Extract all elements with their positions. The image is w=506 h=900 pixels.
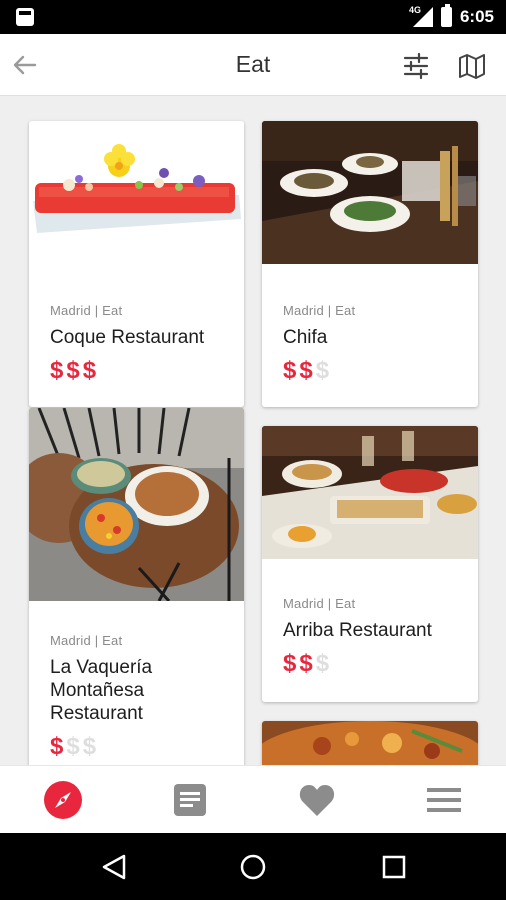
- restaurant-name: Coque Restaurant: [50, 327, 205, 348]
- price-symbol: $: [315, 650, 333, 677]
- nav-explore[interactable]: [43, 780, 83, 820]
- card-location: Madrid | Eat: [50, 303, 123, 318]
- restaurant-name: La Vaquería Montañesa Restaurant: [50, 657, 153, 724]
- card-location: Madrid | Eat: [50, 633, 123, 648]
- system-recents-button[interactable]: [380, 853, 408, 881]
- restaurant-photo: [262, 721, 478, 765]
- status-bar: 4G 6:05: [0, 0, 506, 34]
- price-symbol: $: [299, 650, 316, 677]
- price-rating: $$$: [283, 650, 464, 678]
- system-nav-bar: [0, 833, 506, 900]
- bottom-nav: [0, 765, 506, 833]
- compass-icon: [44, 781, 82, 819]
- price-symbol: $: [66, 733, 83, 760]
- system-back-button[interactable]: [100, 853, 128, 881]
- circle-home-icon: [240, 854, 266, 880]
- price-symbol: $: [283, 357, 300, 384]
- sliders-icon: [403, 52, 429, 80]
- price-rating: $$$: [50, 357, 230, 385]
- price-symbol: $: [283, 650, 300, 677]
- battery-icon: [440, 4, 452, 27]
- sd-card-icon: [16, 8, 34, 26]
- restaurant-card[interactable]: [262, 721, 478, 765]
- price-symbol: $: [50, 357, 67, 384]
- nav-articles[interactable]: [170, 780, 210, 820]
- square-recents-icon: [382, 855, 406, 879]
- restaurant-photo: [262, 121, 478, 264]
- articles-icon: [174, 784, 206, 816]
- menu-icon: [427, 788, 461, 812]
- restaurant-card[interactable]: Madrid | Eat Coque Restaurant $$$: [29, 121, 244, 407]
- price-symbol: $: [66, 357, 83, 384]
- restaurant-photo: [29, 121, 244, 239]
- restaurant-grid: Madrid | Eat Coque Restaurant $$$ Madrid…: [0, 96, 506, 765]
- filter-button[interactable]: [402, 52, 430, 80]
- price-symbol: $: [82, 357, 100, 384]
- restaurant-card[interactable]: Madrid | Eat Arriba Restaurant $$$: [262, 426, 478, 702]
- nav-menu[interactable]: [424, 780, 464, 820]
- card-location: Madrid | Eat: [283, 303, 356, 318]
- restaurant-name: Chifa: [283, 327, 328, 348]
- heart-icon: [299, 785, 335, 816]
- price-symbol: $: [82, 733, 100, 760]
- price-rating: $$$: [283, 357, 464, 385]
- restaurant-photo: [29, 408, 244, 601]
- restaurant-photo: [262, 426, 478, 559]
- map-icon: [459, 54, 485, 79]
- price-symbol: $: [299, 357, 316, 384]
- restaurant-card[interactable]: Madrid | Eat Chifa $$$: [262, 121, 478, 407]
- card-location: Madrid | Eat: [283, 596, 356, 611]
- price-rating: $$$: [50, 733, 230, 761]
- app-bar: Eat: [0, 34, 506, 96]
- page-title: Eat: [235, 51, 271, 77]
- restaurant-name: Arriba Restaurant: [283, 620, 432, 641]
- map-button[interactable]: [458, 52, 486, 80]
- price-symbol: $: [50, 733, 67, 760]
- triangle-back-icon: [102, 854, 126, 880]
- system-home-button[interactable]: [239, 853, 267, 881]
- price-symbol: $: [315, 357, 333, 384]
- status-time: 6:05: [459, 7, 494, 26]
- restaurant-card[interactable]: Madrid | Eat La Vaquería Montañesa Resta…: [29, 408, 244, 765]
- nav-favorites[interactable]: [297, 780, 337, 820]
- signal-icon: 4G: [409, 5, 433, 27]
